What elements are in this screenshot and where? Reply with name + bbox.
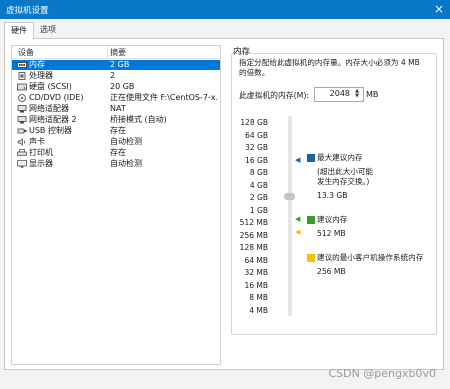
- device-row-cd-dvd[interactable]: CD/DVD (IDE) 正在使用文件 F:\CentOS-7-x...: [12, 93, 220, 103]
- device-name: 硬盘 (SCSI): [29, 82, 72, 91]
- device-list[interactable]: 设备 摘要 内存 2 GB 处理器 2 硬盘 (SCSI) 20 GB CD/D…: [11, 45, 221, 365]
- network-adapter-icon: [17, 116, 27, 124]
- tab-options[interactable]: 选项: [34, 22, 62, 38]
- column-summary-header[interactable]: 摘要: [110, 47, 126, 58]
- scale-tick: 128 GB: [240, 118, 268, 127]
- spin-arrows[interactable]: ▲ ▼: [352, 89, 362, 100]
- scale-tick: 64 GB: [245, 130, 268, 140]
- max-recommended-marker-icon: ◀: [295, 156, 301, 164]
- device-summary: 存在: [110, 148, 126, 157]
- memory-group-title: 内存: [233, 47, 251, 57]
- device-name: CD/DVD (IDE): [29, 93, 84, 102]
- device-name: 打印机: [29, 148, 53, 157]
- scale-tick: 32 GB: [245, 143, 268, 152]
- memory-slider-thumb[interactable]: [284, 193, 295, 200]
- device-name: 内存: [29, 60, 45, 69]
- memory-spinbox[interactable]: 2048 ▲ ▼: [314, 87, 364, 102]
- max-recommended-note: 发生内存交换。): [317, 177, 370, 186]
- device-name: 显示器: [29, 159, 53, 168]
- device-row-network-adapter-2[interactable]: 网络适配器 2 桥接模式 (自动): [12, 115, 220, 125]
- device-row-display[interactable]: 显示器 自动检测: [12, 159, 220, 169]
- guest-min-label: 建议的最小客户机操作系统内存: [317, 253, 424, 262]
- scale-tick: 4 GB: [249, 180, 268, 190]
- scale-tick: 8 MB: [249, 293, 268, 302]
- max-recommended-value: 13.3 GB: [317, 191, 348, 200]
- max-recommended-label: 最大建议内存: [317, 153, 363, 162]
- cd-dvd-icon: [18, 94, 26, 102]
- device-row-network-adapter[interactable]: 网络适配器 NAT: [12, 104, 220, 114]
- scale-tick: 128 MB: [239, 243, 268, 252]
- device-name: 网络适配器 2: [29, 115, 77, 124]
- memory-input-label: 此虚拟机的内存(M):: [239, 91, 310, 100]
- tab-strip: 硬件 选项: [0, 19, 450, 39]
- device-summary: 自动检测: [110, 137, 142, 146]
- device-row-memory[interactable]: 内存 2 GB: [12, 60, 220, 70]
- device-summary: 20 GB: [110, 82, 135, 91]
- window-title: 虚拟机设置: [6, 6, 49, 16]
- chevron-down-icon[interactable]: ▼: [352, 94, 362, 99]
- scale-tick: 256 MB: [239, 230, 268, 240]
- processor-icon: [18, 72, 26, 80]
- device-row-hard-disk[interactable]: 硬盘 (SCSI) 20 GB: [12, 82, 220, 92]
- column-divider[interactable]: [107, 46, 108, 58]
- recommended-marker-icon: ◀: [295, 215, 301, 223]
- max-recommended-note: (超出此大小可能: [317, 167, 374, 176]
- scale-tick: 64 MB: [244, 255, 268, 265]
- scale-tick: 1 GB: [249, 205, 268, 215]
- tab-hardware[interactable]: 硬件: [4, 22, 34, 39]
- network-adapter-icon: [17, 105, 27, 113]
- watermark: CSDN @pengxb0v0: [328, 367, 436, 380]
- guest-min-swatch: [307, 254, 315, 262]
- guest-min-value: 256 MB: [317, 267, 346, 276]
- device-name: 网络适配器: [29, 104, 69, 113]
- title-bar: 虚拟机设置 ×: [0, 0, 450, 19]
- device-name: 处理器: [29, 71, 53, 80]
- recommended-label: 建议内存: [317, 215, 348, 224]
- device-row-usb-controller[interactable]: USB 控制器 存在: [12, 126, 220, 136]
- memory-description: 指定分配给此虚拟机的内存量。内存大小必须为 4 MB 的倍数。: [239, 58, 420, 77]
- recommended-swatch: [307, 216, 315, 224]
- device-summary: 正在使用文件 F:\CentOS-7-x...: [110, 93, 218, 102]
- scale-tick: 8 GB: [249, 168, 268, 177]
- memory-unit: MB: [366, 90, 379, 99]
- scale-tick: 32 MB: [244, 268, 268, 277]
- device-summary: 存在: [110, 126, 126, 135]
- list-header: 设备 摘要: [12, 46, 220, 59]
- guest-min-marker-icon: ◀: [295, 228, 301, 236]
- usb-icon: [17, 128, 27, 134]
- column-device-header[interactable]: 设备: [18, 47, 34, 58]
- device-name: USB 控制器: [29, 126, 72, 135]
- hard-disk-icon: [17, 83, 27, 91]
- device-summary: 自动检测: [110, 159, 142, 168]
- device-row-processor[interactable]: 处理器 2: [12, 71, 220, 81]
- device-name: 声卡: [29, 137, 45, 146]
- device-summary: NAT: [110, 104, 126, 113]
- printer-icon: [17, 149, 27, 156]
- max-recommended-swatch: [307, 154, 315, 162]
- device-summary: 2 GB: [110, 60, 130, 69]
- scale-tick: 4 MB: [249, 305, 268, 315]
- display-icon: [17, 160, 27, 168]
- memory-icon: [17, 62, 27, 68]
- memory-slider-track[interactable]: [288, 116, 292, 316]
- sound-card-icon: [17, 138, 26, 146]
- scale-tick: 512 MB: [239, 218, 268, 227]
- device-row-printer[interactable]: 打印机 存在: [12, 148, 220, 158]
- recommended-value: 512 MB: [317, 229, 346, 238]
- device-summary: 桥接模式 (自动): [110, 115, 167, 124]
- close-icon[interactable]: ×: [434, 2, 444, 16]
- device-row-sound-card[interactable]: 声卡 自动检测: [12, 137, 220, 147]
- scale-tick: 16 MB: [244, 280, 268, 290]
- memory-value[interactable]: 2048: [330, 89, 350, 98]
- device-summary: 2: [110, 71, 116, 80]
- scale-tick: 16 GB: [245, 155, 268, 165]
- scale-tick: 2 GB: [249, 193, 268, 202]
